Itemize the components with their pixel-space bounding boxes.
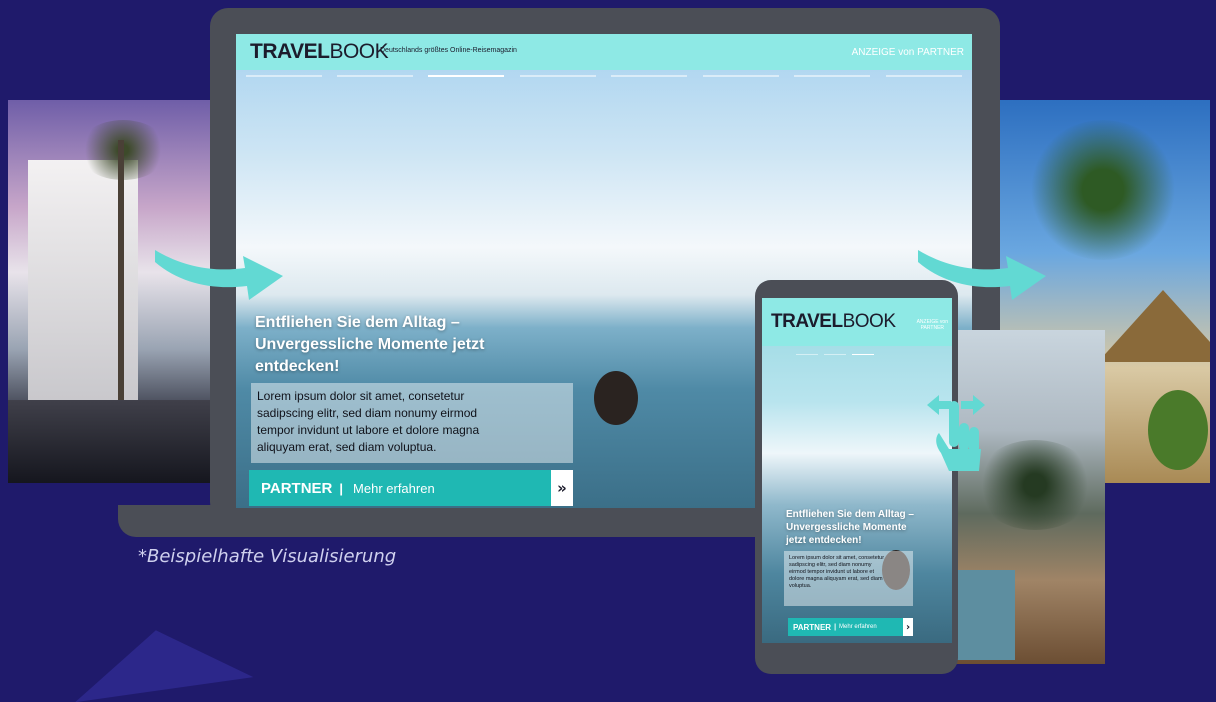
nav-item[interactable]	[611, 75, 687, 77]
headline-line: Entfliehen Sie dem Alltag –	[255, 314, 460, 331]
straw-hut	[1098, 290, 1210, 362]
logo-light: BOOK	[842, 311, 896, 332]
headline-line: Unvergessliche Momente jetzt	[255, 336, 485, 353]
ad-label-line: PARTNER	[920, 325, 945, 331]
cta-separator: |	[339, 480, 344, 496]
palm-trunk	[118, 140, 124, 440]
pool-reflection	[8, 400, 213, 483]
cta-text: Mehr erfahren	[353, 480, 435, 496]
site-tagline: Deutschlands größtes Online-Reisemagazin	[380, 47, 517, 54]
headline-line: Entfliehen Sie dem Alltag –	[786, 509, 914, 520]
travelbook-logo[interactable]: TRAVELBOOK	[771, 311, 896, 333]
body-line: Lorem ipsum dolor sit amet, consetetur	[257, 389, 465, 403]
body-line: aliquyam erat, sed diam voluptua.	[257, 440, 437, 454]
body-line: eirmod tempor invidunt ut labore et	[789, 569, 874, 575]
pool	[955, 570, 1015, 660]
nav-item[interactable]	[337, 75, 413, 77]
travelbook-logo[interactable]: TRAVELBOOK	[250, 40, 389, 64]
nav-item[interactable]	[703, 75, 779, 77]
ad-label: ANZEIGE von PARTNER	[917, 319, 948, 331]
background-decoration	[66, 617, 254, 702]
ad-body-text: Lorem ipsum dolor sit amet, consetetur s…	[251, 383, 573, 463]
headline-line: Unvergessliche Momente	[786, 522, 907, 533]
cta-partner-label: PARTNER	[261, 479, 333, 497]
palm-crown	[975, 440, 1095, 530]
logo-bold: TRAVEL	[250, 40, 330, 63]
mobile-cta-button[interactable]: PARTNER | Mehr erfahren ›	[788, 618, 913, 636]
nav-item-active[interactable]	[428, 75, 504, 77]
mobile-ad-body-text: Lorem ipsum dolor sit amet, consetetur s…	[784, 551, 913, 606]
mobile-ad-headline: Entfliehen Sie dem Alltag – Unvergesslic…	[786, 508, 914, 547]
chevron-right-icon: »	[551, 470, 573, 506]
body-line: sadipscing elitr, sed diam nonumy eirmod	[257, 406, 478, 420]
nav-item[interactable]	[246, 75, 322, 77]
palm-crown	[1028, 120, 1178, 260]
ad-headline: Entfliehen Sie dem Alltag – Unvergesslic…	[255, 312, 484, 378]
nav-item[interactable]	[886, 75, 962, 77]
bush	[1148, 390, 1208, 470]
body-line: sadipscing elitr, sed diam nonumy	[789, 562, 872, 568]
cta-button[interactable]: PARTNER | Mehr erfahren »	[249, 470, 573, 506]
cta-text: Mehr erfahren	[839, 624, 877, 630]
nav-item[interactable]	[824, 354, 846, 355]
headline-line: entdecken!	[255, 358, 340, 375]
body-line: tempor invidunt ut labore et dolore magn…	[257, 423, 480, 437]
mobile-site-header: TRAVELBOOK ANZEIGE von PARTNER	[762, 298, 952, 346]
swimmer-figure	[594, 371, 638, 425]
body-line: voluptua.	[789, 583, 812, 589]
nav-item[interactable]	[796, 354, 818, 355]
body-line: dolore magna aliquyam erat, sed diam	[789, 576, 883, 582]
site-header: TRAVELBOOK Deutschlands größtes Online-R…	[236, 34, 972, 70]
logo-bold: TRAVEL	[771, 311, 843, 332]
headline-line: jetzt entdecken!	[786, 535, 862, 546]
chevron-right-icon: ›	[903, 618, 913, 636]
disclaimer-caption: *Beispielhafte Visualisierung	[138, 546, 397, 567]
body-line: Lorem ipsum dolor sit amet, consetetur	[789, 555, 885, 561]
swipe-gesture-icon	[927, 395, 985, 471]
cta-separator: |	[834, 623, 837, 631]
curved-arrow-icon	[155, 250, 283, 300]
nav-item[interactable]	[520, 75, 596, 77]
smartphone-screen: TRAVELBOOK ANZEIGE von PARTNER Entfliehe…	[762, 298, 952, 643]
palm-resort-photo	[955, 330, 1105, 664]
ad-label: ANZEIGE von PARTNER	[851, 47, 964, 58]
cta-partner-label: PARTNER	[793, 622, 832, 632]
nav-item-active[interactable]	[852, 354, 874, 355]
nav-item[interactable]	[794, 75, 870, 77]
